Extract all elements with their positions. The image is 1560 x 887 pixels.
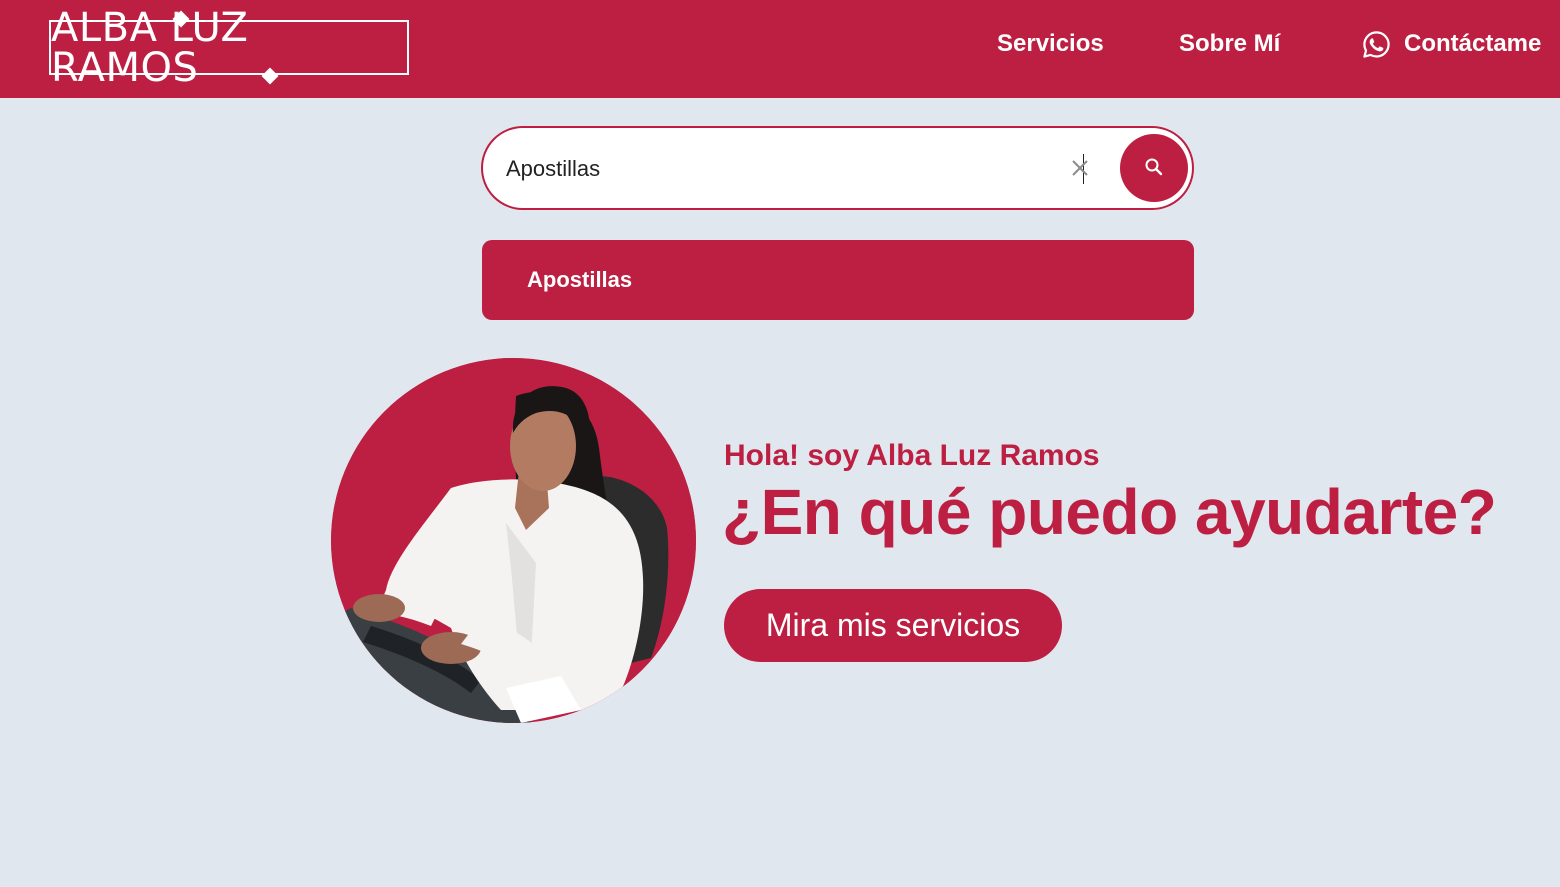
- close-icon[interactable]: [1069, 157, 1091, 179]
- nav-contact-label: Contáctame: [1404, 30, 1542, 57]
- search-suggestion-item[interactable]: Apostillas: [482, 240, 1194, 320]
- whatsapp-icon: [1361, 29, 1392, 60]
- nav-link-contactame[interactable]: Contáctame: [1361, 28, 1541, 60]
- site-header: ALBA LUZ RAMOS Servicios Sobre Mí Contác…: [0, 0, 1560, 98]
- search-button[interactable]: [1120, 134, 1188, 202]
- hero-greeting: Hola! soy Alba Luz Ramos: [724, 439, 1100, 472]
- nav-link-sobre-mi[interactable]: Sobre Mí: [1179, 28, 1280, 60]
- profile-portrait: [331, 358, 696, 723]
- view-services-button[interactable]: Mira mis servicios: [724, 589, 1062, 662]
- search-input[interactable]: [506, 148, 1046, 190]
- hero-headline: ¿En qué puedo ayudarte?: [722, 476, 1497, 548]
- nav-link-servicios[interactable]: Servicios: [997, 28, 1104, 60]
- search-icon: [1144, 157, 1164, 180]
- site-logo[interactable]: ALBA LUZ RAMOS: [49, 8, 409, 88]
- logo-text: ALBA LUZ RAMOS: [51, 4, 249, 91]
- search-bar: [481, 126, 1194, 210]
